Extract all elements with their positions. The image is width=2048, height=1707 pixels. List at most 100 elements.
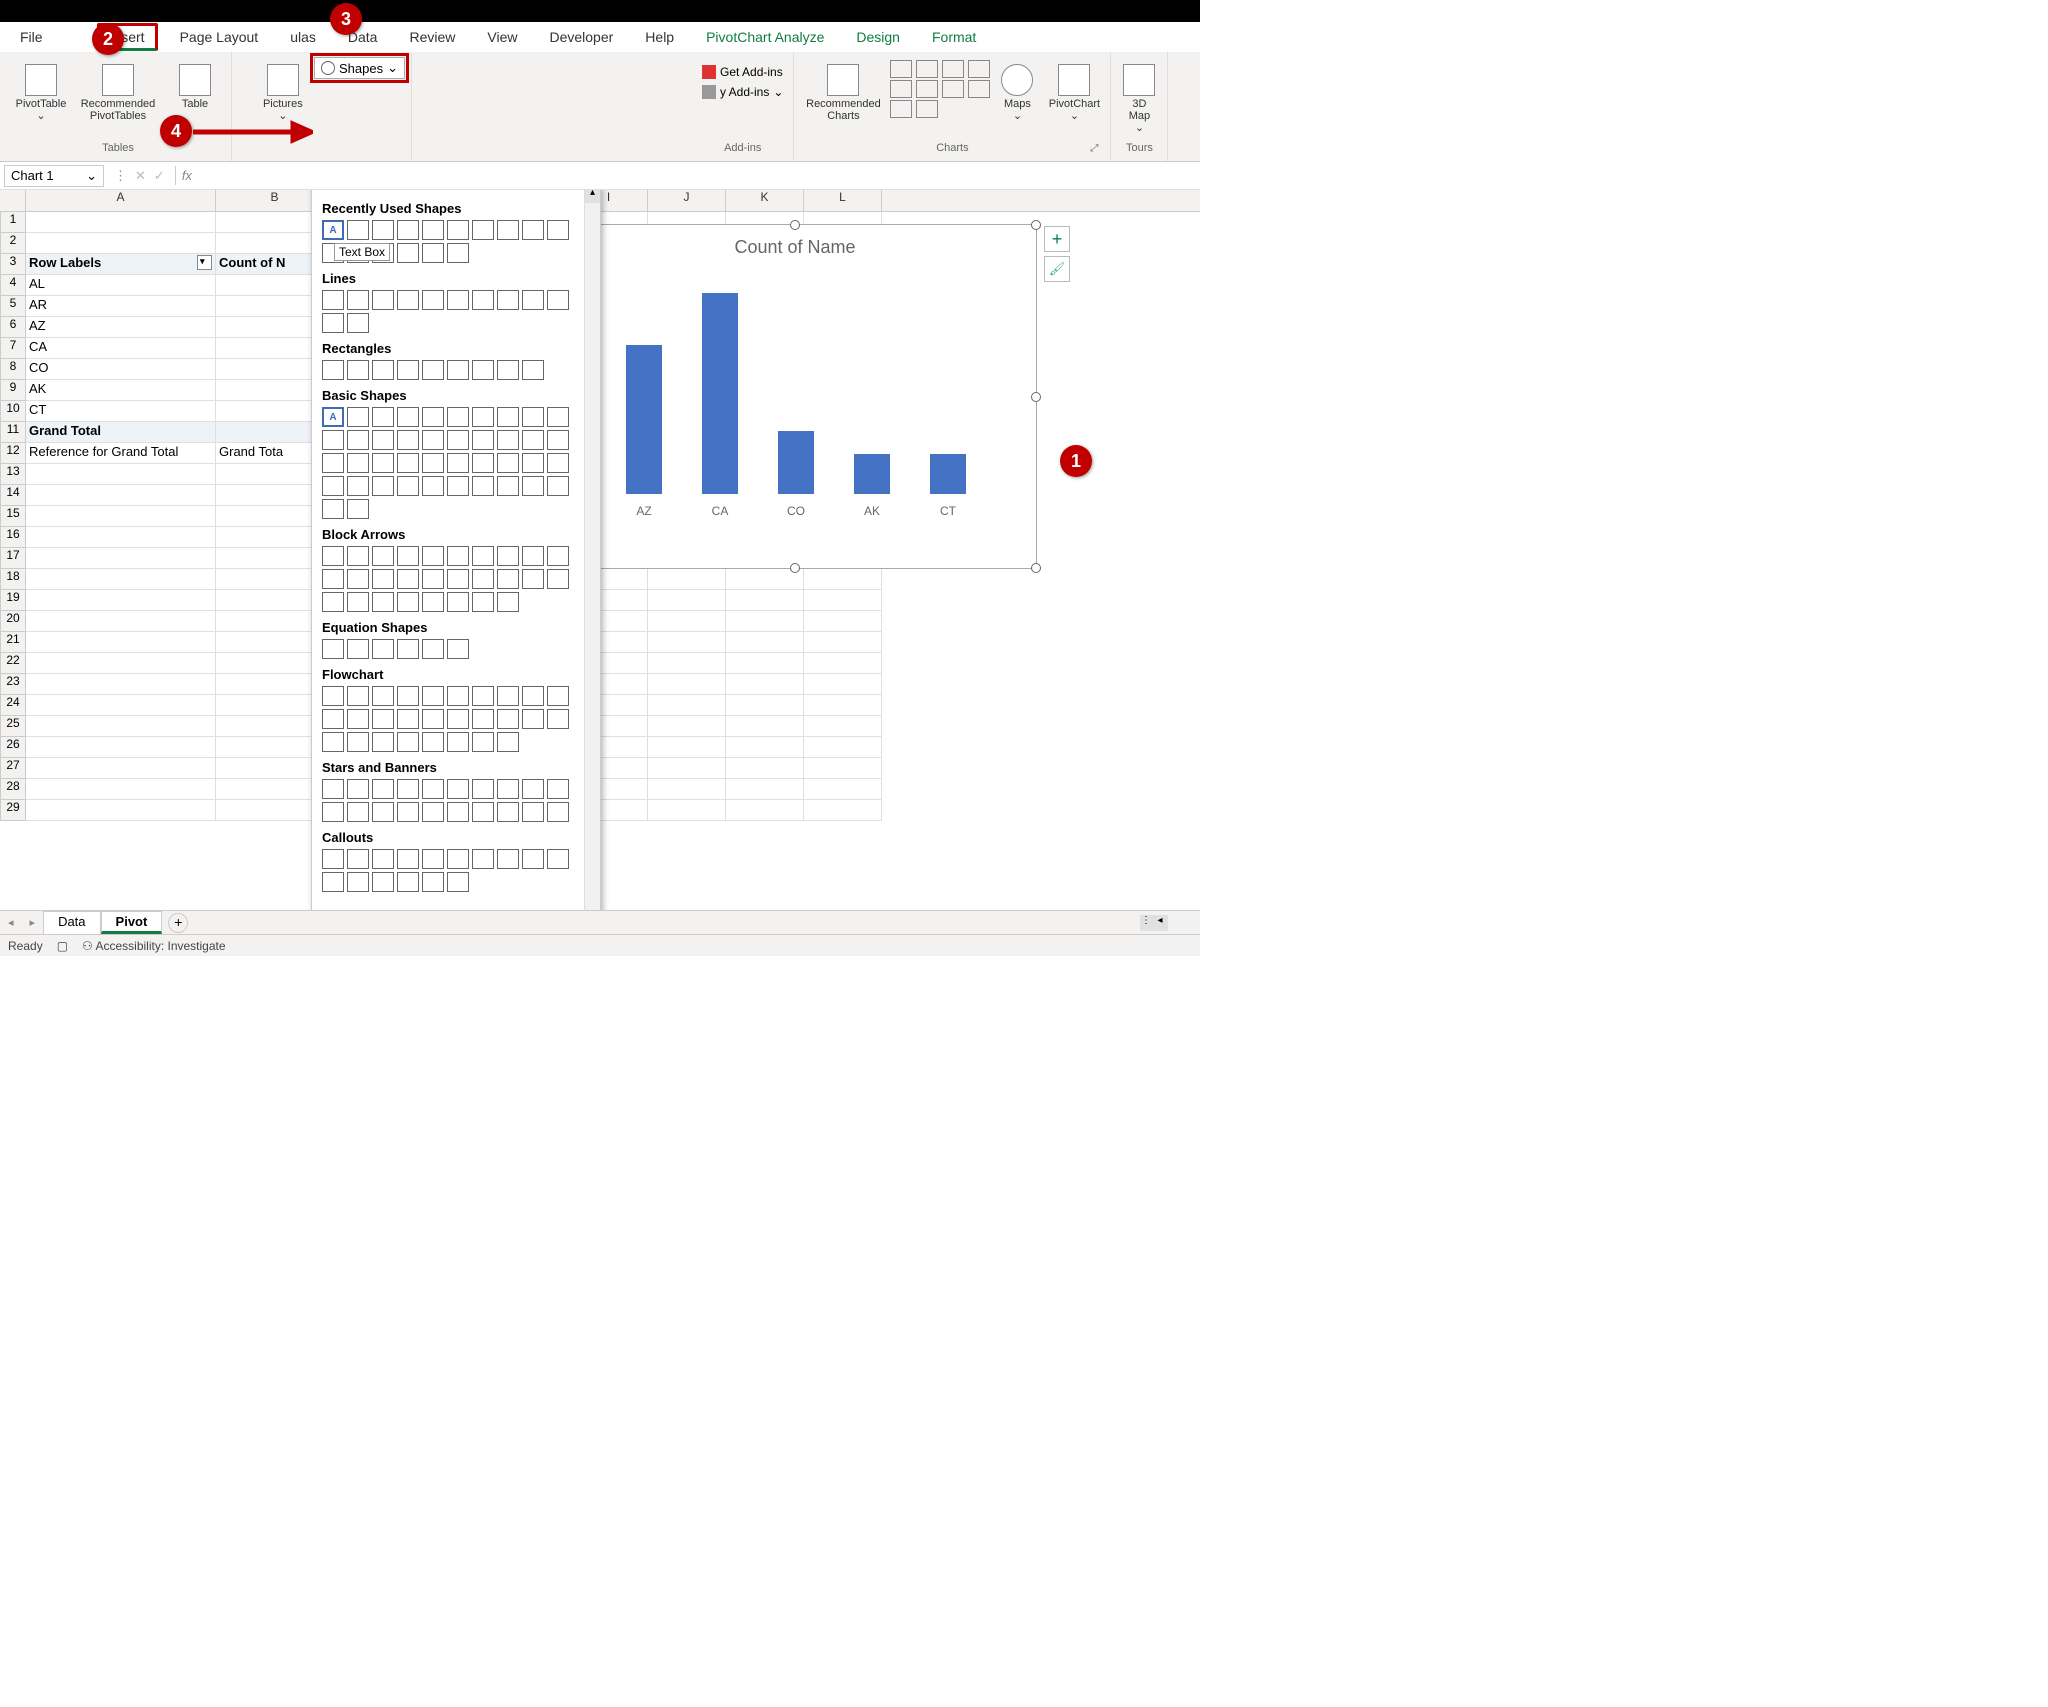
shape-item[interactable] bbox=[372, 592, 394, 612]
resize-handle[interactable] bbox=[1031, 392, 1041, 402]
shape-item[interactable] bbox=[322, 592, 344, 612]
shape-item[interactable] bbox=[422, 849, 444, 869]
shape-item[interactable] bbox=[322, 849, 344, 869]
shape-item[interactable] bbox=[497, 569, 519, 589]
shape-item[interactable] bbox=[422, 779, 444, 799]
shape-item[interactable] bbox=[422, 686, 444, 706]
shape-item[interactable] bbox=[547, 220, 569, 240]
recommended-charts-button[interactable]: Recommended Charts bbox=[800, 60, 886, 122]
scroll-up-icon[interactable]: ▴ bbox=[585, 190, 600, 203]
shape-item[interactable] bbox=[422, 243, 444, 263]
shape-item[interactable] bbox=[372, 476, 394, 496]
shape-item[interactable] bbox=[347, 569, 369, 589]
chart-plot-area[interactable]: AZCACOAKCT bbox=[574, 264, 1016, 524]
cell[interactable] bbox=[26, 548, 216, 569]
shape-item[interactable] bbox=[347, 290, 369, 310]
shape-item[interactable] bbox=[322, 290, 344, 310]
pivot-chart-object[interactable]: Count of Name AZCACOAKCT bbox=[553, 224, 1037, 569]
shape-item[interactable] bbox=[347, 802, 369, 822]
shape-item[interactable] bbox=[322, 639, 344, 659]
shape-item[interactable] bbox=[472, 592, 494, 612]
shape-item[interactable] bbox=[372, 779, 394, 799]
cell[interactable] bbox=[26, 485, 216, 506]
shape-item[interactable] bbox=[372, 569, 394, 589]
shape-item[interactable] bbox=[422, 639, 444, 659]
shape-item[interactable] bbox=[347, 872, 369, 892]
chart-elements-button[interactable]: + bbox=[1044, 226, 1070, 252]
cell[interactable] bbox=[726, 590, 804, 611]
shape-item[interactable] bbox=[547, 802, 569, 822]
menu-tab-page-layout[interactable]: Page Layout bbox=[170, 26, 269, 48]
shape-item[interactable] bbox=[422, 430, 444, 450]
menu-tab-review[interactable]: Review bbox=[399, 26, 465, 48]
shape-item[interactable] bbox=[347, 430, 369, 450]
shape-item[interactable] bbox=[472, 476, 494, 496]
cell[interactable] bbox=[648, 695, 726, 716]
cell[interactable] bbox=[26, 758, 216, 779]
shape-item[interactable] bbox=[397, 243, 419, 263]
row-header[interactable]: 28 bbox=[0, 779, 26, 800]
cell[interactable] bbox=[726, 779, 804, 800]
menu-tab-file[interactable]: File bbox=[10, 26, 53, 48]
shape-item[interactable] bbox=[397, 290, 419, 310]
cell[interactable] bbox=[648, 653, 726, 674]
shape-item[interactable] bbox=[372, 732, 394, 752]
pictures-button[interactable]: Pictures⌄ bbox=[258, 60, 308, 122]
shape-item[interactable] bbox=[497, 592, 519, 612]
shape-item[interactable] bbox=[522, 686, 544, 706]
cell[interactable] bbox=[26, 506, 216, 527]
shape-item[interactable] bbox=[447, 872, 469, 892]
shape-item[interactable] bbox=[422, 453, 444, 473]
cell[interactable] bbox=[26, 737, 216, 758]
shape-item[interactable] bbox=[497, 220, 519, 240]
shape-item[interactable] bbox=[372, 849, 394, 869]
resize-handle[interactable] bbox=[790, 563, 800, 573]
cell[interactable] bbox=[804, 779, 882, 800]
menu-tab-hidden[interactable] bbox=[65, 34, 85, 40]
cell[interactable] bbox=[26, 611, 216, 632]
shape-item[interactable] bbox=[347, 407, 369, 427]
shape-item[interactable] bbox=[447, 453, 469, 473]
shape-item[interactable] bbox=[372, 220, 394, 240]
shape-item[interactable] bbox=[347, 360, 369, 380]
shape-item[interactable] bbox=[322, 453, 344, 473]
pivotchart-button[interactable]: PivotChart⌄ bbox=[1044, 60, 1104, 122]
shape-item[interactable] bbox=[522, 476, 544, 496]
shape-item[interactable] bbox=[547, 476, 569, 496]
menu-tab-help[interactable]: Help bbox=[635, 26, 684, 48]
shape-item[interactable] bbox=[522, 430, 544, 450]
shape-item[interactable] bbox=[522, 709, 544, 729]
formula-bar[interactable]: fx bbox=[175, 166, 1200, 185]
shape-item[interactable] bbox=[322, 732, 344, 752]
shape-item[interactable] bbox=[522, 290, 544, 310]
shape-item[interactable] bbox=[397, 592, 419, 612]
col-header-A[interactable]: A bbox=[26, 190, 216, 211]
shape-item[interactable] bbox=[522, 453, 544, 473]
shape-item[interactable] bbox=[497, 360, 519, 380]
cell[interactable] bbox=[648, 737, 726, 758]
accessibility-status[interactable]: ⚇ Accessibility: Investigate bbox=[82, 939, 226, 953]
cell[interactable]: AK bbox=[26, 380, 216, 401]
horizontal-scroll[interactable]: ⋮◂ bbox=[1140, 915, 1200, 931]
cell[interactable] bbox=[648, 590, 726, 611]
shape-item[interactable] bbox=[322, 476, 344, 496]
shape-item[interactable] bbox=[347, 709, 369, 729]
shape-item[interactable] bbox=[447, 732, 469, 752]
row-header[interactable]: 15 bbox=[0, 506, 26, 527]
shape-item[interactable] bbox=[372, 430, 394, 450]
shape-item[interactable] bbox=[497, 430, 519, 450]
add-sheet-button[interactable]: + bbox=[168, 913, 188, 933]
shape-item[interactable] bbox=[447, 360, 469, 380]
shape-item[interactable] bbox=[347, 476, 369, 496]
row-header[interactable]: 5 bbox=[0, 296, 26, 317]
enter-icon[interactable]: ✓ bbox=[154, 168, 165, 184]
shape-item[interactable] bbox=[547, 407, 569, 427]
shape-item[interactable] bbox=[422, 360, 444, 380]
cell[interactable] bbox=[26, 653, 216, 674]
shape-item[interactable] bbox=[447, 546, 469, 566]
shape-item[interactable] bbox=[397, 872, 419, 892]
shape-item[interactable] bbox=[397, 709, 419, 729]
shape-item[interactable] bbox=[372, 802, 394, 822]
menu-tab-format[interactable]: Format bbox=[922, 26, 986, 48]
shape-item[interactable] bbox=[472, 290, 494, 310]
